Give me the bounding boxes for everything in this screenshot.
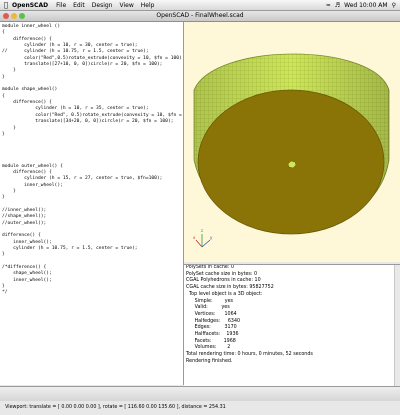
window-controls [3, 13, 25, 19]
menu-extras: ≈ ♬ Wed 10:00 AM ⚲ [326, 0, 396, 10]
console-line: Total rendering time: 0 hours, 0 minutes… [186, 352, 313, 358]
svg-text:x: x [193, 235, 196, 240]
apple-menu-icon[interactable]:  [0, 1, 12, 9]
zoom-window-button[interactable] [19, 13, 25, 19]
console-line: CGAL cache size in bytes: 95827752 [186, 285, 274, 291]
app-menu[interactable]: OpenSCAD [12, 2, 48, 9]
window-titlebar: OpenSCAD - FinalWheel.scad [0, 11, 400, 22]
console-line: Vertices: 1064 [190, 311, 237, 317]
menu-design[interactable]: Design [92, 2, 113, 9]
console-output[interactable]: PolySets in cache: 0 PolySet cache size … [184, 264, 400, 386]
console-line: Top level object is a 3D object: [186, 291, 263, 297]
spotlight-search-icon[interactable]: ⚲ [392, 2, 396, 9]
menu-help[interactable]: Help [141, 2, 155, 9]
svg-text:z: z [201, 228, 203, 233]
console-scrollbar[interactable] [394, 265, 400, 386]
code-editor[interactable]: module inner_wheel () { difference() { c… [0, 22, 184, 385]
minimize-window-button[interactable] [11, 13, 17, 19]
svg-text:y: y [210, 235, 213, 240]
console-line: Rendering finished. [186, 358, 233, 364]
volume-icon[interactable]: ♬ [335, 2, 340, 9]
3d-viewport[interactable]: y x z [184, 22, 400, 262]
menu-edit[interactable]: Edit [73, 2, 85, 9]
status-bar: Viewport: translate = [ 0.00 0.00 0.00 ]… [0, 386, 400, 410]
clock[interactable]: Wed 10:00 AM [344, 2, 387, 9]
wifi-icon[interactable]: ≈ [326, 2, 331, 9]
axes-icon: y x z [193, 228, 213, 248]
console-line: Valid: yes [190, 305, 230, 311]
editor-text[interactable]: module inner_wheel () { difference() { c… [0, 22, 183, 297]
menu-view[interactable]: View [119, 2, 133, 9]
menu-file[interactable]: File [56, 2, 66, 9]
console-line: Halffacets: 1936 [190, 332, 239, 338]
rendered-wheel-model: y x z [193, 53, 390, 248]
console-line: PolySets in cache: 0 [186, 265, 235, 270]
menu-bar:  OpenSCAD File Edit Design View Help ≈ … [0, 0, 400, 11]
close-window-button[interactable] [3, 13, 9, 19]
viewport-status-text: Viewport: translate = [ 0.00 0.00 0.00 ]… [5, 405, 226, 410]
window-title: OpenSCAD - FinalWheel.scad [156, 12, 244, 19]
